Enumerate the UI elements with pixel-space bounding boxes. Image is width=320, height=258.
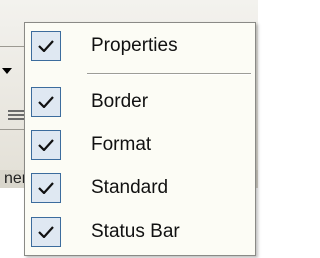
- menu-item-label: Status Bar: [91, 221, 180, 242]
- menu-item-label: Properties: [91, 35, 178, 56]
- menu-item-format[interactable]: Format: [25, 126, 255, 166]
- menu-item-status-bar[interactable]: Status Bar: [25, 213, 255, 253]
- menu-item-properties[interactable]: Properties: [25, 27, 255, 67]
- check-icon: [31, 87, 61, 117]
- check-icon: [31, 130, 61, 160]
- check-icon: [31, 173, 61, 203]
- check-icon: [31, 31, 61, 61]
- menu-item-standard[interactable]: Standard: [25, 169, 255, 209]
- menu-item-border[interactable]: Border: [25, 83, 255, 123]
- toolbar-context-menu: Properties Border Format Standard Status…: [24, 22, 256, 256]
- menu-item-label: Border: [91, 91, 149, 112]
- menu-item-label: Format: [91, 134, 152, 155]
- menu-item-label: Standard: [91, 177, 169, 198]
- check-icon: [31, 217, 61, 247]
- chevron-down-icon[interactable]: [2, 68, 12, 74]
